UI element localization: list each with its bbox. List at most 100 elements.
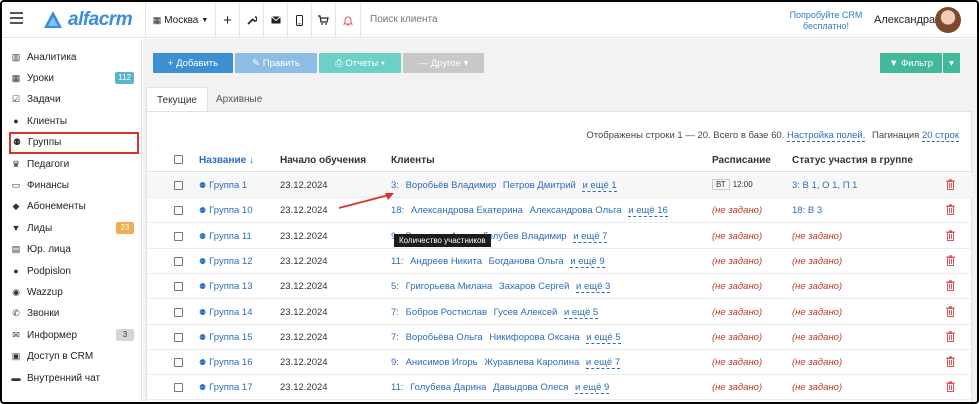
col-name[interactable]: Название ↓ — [199, 155, 254, 166]
group-link[interactable]: ⚉ Группа 17 — [199, 382, 253, 393]
sidebar-item-5[interactable]: ♛ Педагоги — [10, 154, 136, 174]
row-checkbox[interactable] — [174, 206, 183, 216]
client-link[interactable]: Воробьёв Владимир — [406, 180, 497, 191]
sidebar-item-3[interactable]: ● Клиенты — [10, 111, 136, 131]
other-button[interactable]: — Другое ▾ — [403, 53, 484, 73]
table-row[interactable]: ⚉ Группа 13 23.12.2024 5: Григорьева Милана… — [147, 274, 973, 300]
group-link[interactable]: ⚉ Группа 1 — [199, 180, 247, 191]
row-checkbox[interactable] — [174, 358, 183, 368]
client-link[interactable]: Бобров Ростислав — [406, 307, 487, 318]
sidebar-item-4[interactable]: ⚉ Группы — [9, 131, 139, 154]
table-row[interactable]: ⚉ Группа 12 23.12.2024 11: Андреев Никита Б… — [147, 249, 973, 274]
tab-archive[interactable]: Архивные — [206, 87, 272, 112]
table-row[interactable]: ⚉Группа 1123.12.20249: Васильев Артур Го… — [147, 224, 973, 249]
client-link[interactable]: Александрова Ольга — [530, 205, 622, 216]
client-link[interactable]: Воробьёва Ольга — [406, 332, 483, 343]
more-clients-link[interactable]: и ещё 16 — [628, 205, 668, 218]
row-checkbox[interactable] — [174, 231, 183, 241]
row-checkbox[interactable] — [174, 332, 183, 342]
menu-icon[interactable] — [10, 12, 23, 24]
table-row[interactable]: ⚉ Группа 14 23.12.2024 7: Бобров Ростислав … — [147, 300, 973, 325]
sidebar-item-12[interactable]: ✆ Звонки — [10, 304, 136, 324]
sidebar-item-2[interactable]: ☑ Задачи — [10, 90, 136, 110]
client-link[interactable]: Григорьева Милана — [406, 281, 493, 292]
reports-button[interactable]: ⎙ Отчеты ▾ — [319, 53, 401, 73]
table-row[interactable]: ⚉ Группа 15 23.12.2024 7: Воробьёва Ольга Н… — [147, 325, 973, 350]
user-name[interactable]: Александра — [874, 14, 935, 26]
trash-icon[interactable] — [946, 331, 955, 342]
trash-icon[interactable] — [946, 229, 955, 241]
group-link[interactable]: ⚉ Группа 12 — [199, 256, 253, 267]
mobile-icon[interactable] — [287, 2, 311, 38]
trash-icon[interactable] — [946, 381, 955, 393]
sidebar-item-0[interactable]: ▥ Аналитика — [10, 47, 136, 67]
add-group-button[interactable]: + Добавить — [153, 53, 233, 73]
participants-count[interactable]: 7: — [391, 332, 399, 343]
sidebar-item-9[interactable]: ▤ Юр. лица — [10, 240, 136, 260]
table-row[interactable]: ⚉ Группа 16 23.12.2024 9: Анисимов Игорь Жу… — [147, 350, 973, 376]
client-link[interactable]: Петров Дмитрий — [503, 180, 576, 191]
sidebar-item-10[interactable]: ● Podpislon — [10, 261, 136, 281]
table-row[interactable]: ⚉ Группа 17 23.12.2024 11: Голубева Дарина … — [147, 375, 973, 401]
more-clients-link[interactable]: и ещё 9 — [575, 382, 610, 395]
client-link[interactable]: Андреев Никита — [410, 256, 482, 267]
group-link[interactable]: ⚉ Группа 15 — [199, 332, 253, 343]
more-clients-link[interactable]: и ещё 1 — [582, 180, 617, 192]
more-clients-link[interactable]: и ещё 5 — [563, 306, 599, 319]
client-link[interactable]: Голубева Дарина — [410, 382, 486, 393]
group-link[interactable]: ⚉ Группа 11 — [199, 231, 252, 242]
more-clients-link[interactable]: и ещё 9 — [570, 255, 605, 268]
client-link[interactable]: Давыдова Олеся — [493, 382, 568, 393]
status-cell[interactable]: 18: В 3 — [792, 205, 822, 216]
field-settings-link[interactable]: Настройка полей. — [786, 130, 866, 142]
logo[interactable]: alfacrm — [42, 9, 133, 31]
participants-count[interactable]: 11: — [391, 382, 404, 393]
client-link[interactable]: Александрова Екатерина — [411, 205, 523, 216]
cart-icon[interactable] — [311, 2, 335, 38]
search-input[interactable] — [370, 14, 570, 25]
sidebar-item-13[interactable]: ✉ Информер 3 — [10, 325, 136, 345]
row-checkbox[interactable] — [174, 181, 183, 190]
sidebar-item-7[interactable]: ◆ Абонементы — [10, 197, 136, 217]
table-row[interactable]: ⚉ Группа 1 23.12.2024 3: Воробьёв Владимир … — [147, 173, 973, 198]
select-all-checkbox[interactable] — [174, 155, 183, 164]
tab-current[interactable]: Текущие — [146, 87, 208, 112]
trash-icon[interactable] — [946, 255, 955, 266]
more-clients-link[interactable]: и ещё 3 — [576, 281, 611, 294]
participants-count[interactable]: 9: — [391, 357, 399, 368]
sidebar-item-1[interactable]: ▦ Уроки 112 — [10, 68, 136, 88]
trash-icon[interactable] — [946, 280, 955, 292]
table-row[interactable]: ⚉ Группа 10 23.12.2024 18: Александрова Ека… — [147, 198, 973, 224]
trash-icon[interactable] — [946, 356, 955, 368]
client-link[interactable]: Журавлева Каролина — [484, 357, 579, 368]
trash-icon[interactable] — [946, 204, 955, 216]
pagination-link[interactable]: 20 строк — [921, 130, 959, 142]
sidebar-item-14[interactable]: ▣ Доступ в CRM — [10, 347, 136, 367]
sidebar-item-15[interactable]: ▬ Внутренний чат — [10, 368, 136, 388]
sidebar-item-6[interactable]: ▭ Финансы — [10, 175, 136, 195]
row-checkbox[interactable] — [174, 282, 183, 292]
client-link[interactable]: Голубев Владимир — [483, 231, 566, 242]
client-link[interactable]: Захаров Сергей — [499, 281, 569, 292]
more-clients-link[interactable]: и ещё 7 — [585, 357, 621, 370]
mail-icon[interactable] — [263, 2, 287, 38]
more-clients-link[interactable]: и ещё 7 — [573, 230, 608, 243]
group-link[interactable]: ⚉ Группа 14 — [199, 307, 253, 318]
trash-icon[interactable] — [946, 179, 955, 190]
client-link[interactable]: Богданова Ольга — [489, 256, 564, 267]
filter-button[interactable]: ▼ Фильтр — [880, 53, 942, 73]
client-link[interactable]: Анисимов Игорь — [406, 357, 478, 368]
group-link[interactable]: ⚉ Группа 13 — [199, 281, 253, 292]
more-clients-link[interactable]: и ещё 5 — [586, 331, 621, 344]
filter-dropdown-button[interactable]: ▾ — [943, 53, 960, 73]
trash-icon[interactable] — [946, 305, 955, 317]
sidebar-item-11[interactable]: ◉ Wazzup — [10, 282, 136, 302]
edit-button[interactable]: ✎ Править — [235, 53, 317, 73]
participants-count[interactable]: 5: — [391, 281, 399, 292]
group-link[interactable]: ⚉ Группа 10 — [199, 205, 253, 216]
try-crm-link[interactable]: Попробуйте CRM бесплатно! — [788, 10, 864, 32]
row-checkbox[interactable] — [174, 256, 183, 266]
sidebar-item-8[interactable]: ▼ Лиды 23 — [10, 218, 136, 238]
row-checkbox[interactable] — [174, 307, 183, 317]
status-cell[interactable]: 3: В 1, О 1, П 1 — [792, 180, 857, 191]
